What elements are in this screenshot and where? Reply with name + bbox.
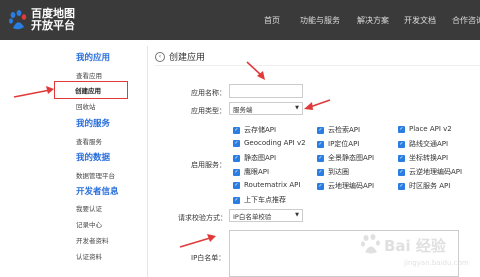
- service-checkbox[interactable]: ✓ Routematrix API: [233, 181, 300, 189]
- service-label: 路线交通API: [409, 140, 449, 148]
- watermark-url: jingyan.baidu.com: [404, 259, 469, 267]
- sidebar-title-my-services[interactable]: 我的服务: [76, 117, 110, 129]
- checked-icon: ✓: [233, 139, 240, 147]
- service-label: 时区服务 API: [409, 182, 451, 190]
- nav-home[interactable]: 首页: [264, 15, 280, 26]
- nav-docs[interactable]: 开发文档: [404, 15, 436, 26]
- chevron-down-icon: ▼: [295, 105, 299, 111]
- checked-icon: ✓: [398, 182, 405, 190]
- service-checkbox[interactable]: ✓ 时区服务 API: [398, 181, 450, 191]
- checked-icon: ✓: [317, 140, 324, 148]
- service-label: Geocoding API v2: [244, 139, 306, 147]
- service-checkbox[interactable]: ✓ 到达圈: [317, 167, 349, 177]
- top-nav-bar: 百度地图 开放平台 首页 功能与服务 解决方案 开发文档 合作咨询: [0, 0, 480, 40]
- service-label: 云逆地理编码API: [409, 168, 463, 176]
- nav-cooperation[interactable]: 合作咨询: [452, 15, 480, 26]
- page-title: 创建应用: [169, 53, 206, 63]
- annotation-arrow-left: [13, 86, 54, 98]
- checked-icon: ✓: [233, 196, 240, 204]
- checked-icon: ✓: [398, 168, 405, 176]
- back-icon[interactable]: ‹: [155, 51, 165, 62]
- service-label: 云地理编码API: [328, 182, 375, 190]
- sidebar-item-recycle-bin[interactable]: 回收站: [76, 101, 96, 111]
- sidebar-divider: [147, 46, 148, 277]
- service-label: 鹰眼API: [244, 168, 270, 176]
- watermark-text: Bai 经验: [384, 237, 446, 255]
- verify-method-value: IP白名单校验: [233, 212, 272, 221]
- checked-icon: ✓: [317, 182, 324, 190]
- service-checkbox[interactable]: ✓ Place API v2: [398, 125, 452, 133]
- verify-method-select[interactable]: IP白名单校验 ▼: [229, 209, 303, 222]
- service-label: 坐标转换API: [409, 154, 449, 162]
- nav-solutions[interactable]: 解决方案: [357, 15, 389, 26]
- service-checkbox[interactable]: ✓ 云检索API: [317, 125, 360, 135]
- service-checkbox[interactable]: ✓ Geocoding API v2: [233, 139, 306, 147]
- service-label: 静态图API: [244, 154, 277, 162]
- checked-icon: ✓: [317, 168, 324, 176]
- checked-icon: ✓: [233, 126, 240, 134]
- annotation-arrow-app-type: [304, 99, 331, 110]
- service-checkbox[interactable]: ✓ 全景静态图API: [317, 153, 374, 163]
- nav-features[interactable]: 功能与服务: [300, 15, 340, 26]
- baidu-paw-icon: [9, 10, 27, 30]
- services-label: 启用服务：: [191, 161, 226, 169]
- checked-icon: ✓: [398, 154, 405, 162]
- paw-watermark-icon: [361, 234, 380, 254]
- sidebar-item-view-services[interactable]: 查看服务: [76, 136, 102, 146]
- chevron-down-icon: ▼: [295, 212, 299, 218]
- service-label: Place API v2: [409, 125, 452, 133]
- service-checkbox[interactable]: ✓ 路线交通API: [398, 139, 448, 149]
- sidebar-item-create-app[interactable]: 创建应用: [75, 85, 101, 95]
- logo-text-line2: 开放平台: [31, 19, 75, 32]
- verify-method-label: 请求校验方式：: [178, 214, 227, 222]
- service-label: 到达圈: [328, 168, 349, 176]
- service-checkbox[interactable]: ✓ 上下车点推荐: [233, 195, 286, 205]
- service-checkbox[interactable]: ✓ 云存储API: [233, 125, 276, 135]
- service-checkbox[interactable]: ✓ 静态图API: [233, 153, 276, 163]
- checked-icon: ✓: [317, 154, 324, 162]
- page-header: ‹ 创建应用: [155, 50, 205, 63]
- service-label: 全景静态图API: [328, 154, 375, 162]
- annotation-arrow-ip-whitelist: [179, 234, 216, 248]
- app-type-value: 服务端: [233, 105, 253, 114]
- service-label: 云存储API: [244, 126, 277, 134]
- sidebar-item-records[interactable]: 记录中心: [76, 219, 102, 229]
- app-name-label: 应用名称：: [191, 89, 226, 97]
- checked-icon: ✓: [233, 181, 240, 189]
- service-label: 上下车点推荐: [244, 196, 286, 204]
- sidebar-item-certify[interactable]: 我要认证: [76, 203, 102, 213]
- baidu-map-logo[interactable]: 百度地图 开放平台: [8, 6, 88, 34]
- app-type-select[interactable]: 服务端 ▼: [229, 102, 303, 115]
- service-checkbox[interactable]: ✓ 云逆地理编码API: [398, 167, 462, 177]
- sidebar-item-developer-profile[interactable]: 开发者资料: [76, 235, 109, 245]
- app-type-label: 应用类型：: [191, 107, 226, 115]
- sidebar-item-view-apps[interactable]: 查看应用: [76, 70, 102, 80]
- checked-icon: ✓: [398, 140, 405, 148]
- service-checkbox[interactable]: ✓ 坐标转换API: [398, 153, 448, 163]
- service-label: 云检索API: [328, 126, 361, 134]
- service-checkbox[interactable]: ✓ 鹰眼API: [233, 167, 269, 177]
- service-label: IP定位API: [328, 140, 360, 148]
- checked-icon: ✓: [233, 168, 240, 176]
- sidebar-title-developer-info[interactable]: 开发者信息: [76, 185, 119, 197]
- service-checkbox[interactable]: ✓ 云地理编码API: [317, 181, 374, 191]
- sidebar-item-certification-data[interactable]: 认证资料: [76, 251, 102, 261]
- ip-whitelist-label: IP白名单：: [191, 254, 226, 262]
- sidebar-item-data-platform[interactable]: 数据管理平台: [76, 170, 115, 180]
- app-name-input[interactable]: [229, 84, 303, 98]
- checked-icon: ✓: [398, 125, 405, 133]
- sidebar-title-my-data[interactable]: 我的数据: [76, 151, 110, 163]
- service-checkbox[interactable]: ✓ IP定位API: [317, 139, 359, 149]
- annotation-arrow-app-name: [246, 61, 265, 80]
- sidebar-title-my-apps[interactable]: 我的应用: [76, 51, 110, 63]
- service-label: Routematrix API: [244, 181, 301, 189]
- checked-icon: ✓: [317, 126, 324, 134]
- header-divider: [155, 65, 480, 66]
- baidu-jingyan-watermark: Bai 经验 jingyan.baidu.com: [358, 225, 476, 275]
- checked-icon: ✓: [233, 154, 240, 162]
